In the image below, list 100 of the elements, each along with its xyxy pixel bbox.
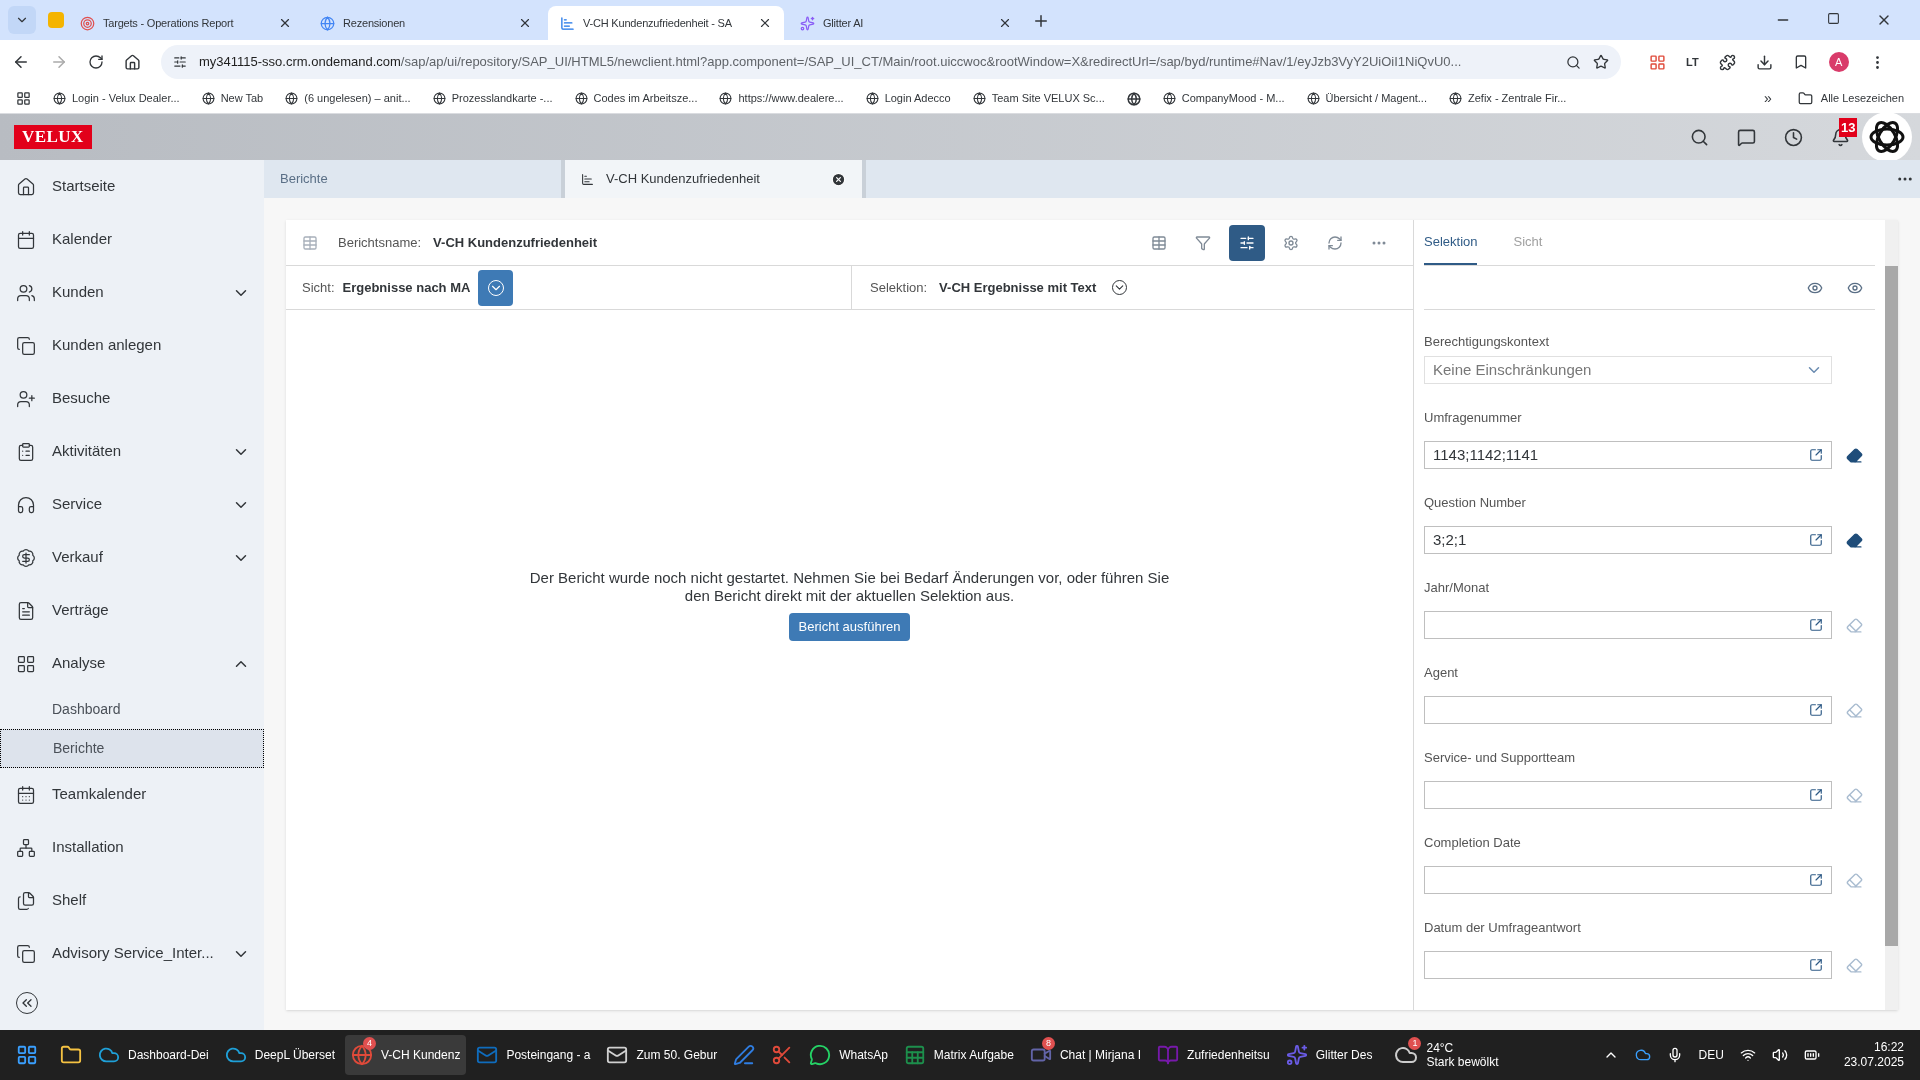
taskbar-app[interactable]: Dashboard-Dei — [92, 1035, 215, 1075]
bookmark-link[interactable]: Zefix - Zentrale Fir... — [1449, 90, 1567, 107]
count-badge: 4 — [363, 1037, 376, 1050]
download-icon[interactable] — [1755, 53, 1773, 71]
taskbar-app[interactable]: Glitter Des — [1279, 1035, 1379, 1075]
sidebar-item[interactable]: Startseite — [0, 160, 264, 213]
start-icon[interactable] — [16, 1044, 38, 1066]
sidebar-item[interactable]: Installation — [0, 821, 264, 874]
zoom-icon[interactable] — [1566, 54, 1581, 70]
input-field[interactable] — [1424, 951, 1832, 979]
eraser-icon[interactable] — [1846, 446, 1863, 464]
taskbar-app[interactable]: V-CH Kundenz 4 — [345, 1035, 467, 1075]
search-icon[interactable] — [1690, 127, 1709, 147]
input-field[interactable]: 1143;1142;1141 — [1424, 441, 1832, 469]
bookmark-star-icon[interactable] — [1593, 54, 1609, 70]
close-icon[interactable] — [278, 16, 292, 30]
sidebar-item[interactable]: Besuche — [0, 372, 264, 425]
translate-icon[interactable]: LT — [1686, 53, 1699, 71]
sidebar-item[interactable]: Shelf — [0, 874, 264, 927]
more-bookmarks-icon[interactable]: » — [1764, 88, 1772, 109]
address-field[interactable]: my341115-sso.crm.ondemand.com/sap/ap/ui/repository/SAP_UI/HTML5/newclient.html?app.component=/SAP_UI_CT/Main/root.uiccwoc&rootWindow=X&redirectUrl=/sap/byd/runtime#Nav/1/eyJzb3VyY2UiOiI1NiQvU0... — [161, 45, 1621, 79]
run-report-button[interactable]: Bericht ausführen — [788, 613, 911, 641]
close-icon[interactable] — [518, 16, 532, 30]
sidebar-item[interactable]: Kalender — [0, 213, 264, 266]
taskbar-app[interactable]: Chat | Mirjana I 8 — [1023, 1035, 1148, 1075]
clock-time[interactable]: 16:22 — [1873, 1040, 1904, 1055]
close-icon[interactable] — [758, 16, 772, 30]
cloud-icon[interactable] — [1634, 1047, 1651, 1063]
panel-tab[interactable]: Selektion — [1424, 221, 1478, 265]
ai-assistant-button[interactable] — [1862, 112, 1912, 162]
bookmark-link[interactable]: New Tab — [201, 90, 264, 107]
extensions-icon[interactable] — [1718, 53, 1736, 71]
copy-icon — [16, 335, 36, 356]
count-badge: 8 — [1041, 1037, 1055, 1050]
sidebar-item[interactable]: Analyse — [0, 637, 264, 690]
input-field[interactable]: 3;2;1 — [1424, 526, 1832, 554]
taskbar-app[interactable]: Zum 50. Gebur — [600, 1035, 724, 1075]
reload-icon[interactable] — [88, 54, 104, 70]
bookmark-link[interactable]: Übersicht / Magent... — [1306, 90, 1427, 107]
context-dropdown[interactable]: Keine Einschränkungen — [1424, 356, 1832, 384]
close-icon[interactable] — [998, 16, 1012, 30]
battery-icon[interactable] — [1803, 1047, 1820, 1063]
sidebar-item[interactable]: Verträge — [0, 584, 264, 637]
profile-avatar[interactable]: A — [1828, 52, 1849, 72]
clock-icon[interactable] — [1784, 127, 1803, 147]
taskbar-app[interactable]: DeepL Überset — [218, 1035, 341, 1075]
home-icon[interactable] — [124, 53, 141, 71]
clock-date[interactable]: 23.07.2025 — [1843, 1055, 1904, 1070]
sidebar-subitem[interactable]: Berichte — [0, 729, 264, 768]
bookmark-link[interactable]: Login Adecco — [865, 90, 951, 107]
browser-tab[interactable]: Targets - Operations Report — [68, 6, 304, 40]
browser-tab[interactable]: Glitter AI — [788, 6, 1024, 40]
bookmark-link[interactable]: Team Site VELUX Sc... — [972, 90, 1105, 107]
all-bookmarks-link[interactable]: Alle Lesezeichen — [1797, 90, 1904, 107]
value-help-icon[interactable] — [1809, 703, 1823, 717]
volume-icon[interactable] — [1771, 1047, 1788, 1063]
bookmark-link[interactable]: Codes im Arbeitsze... — [574, 90, 698, 107]
browser-tab[interactable]: Rezensionen — [308, 6, 544, 40]
eraser-icon[interactable] — [1846, 531, 1863, 549]
value-help-icon[interactable] — [1809, 788, 1823, 802]
taskbar-app[interactable]: Posteingang - a — [470, 1035, 597, 1075]
toolbar-button[interactable] — [1229, 224, 1265, 261]
value-help-icon[interactable] — [1809, 448, 1823, 462]
bookmark-link[interactable]: CompanyMood - M... — [1162, 90, 1285, 107]
taskbar-app[interactable]: Matrix Aufgabe — [897, 1035, 1020, 1075]
bookmark-link[interactable]: Prozesslandkarte -... — [432, 90, 553, 107]
value-help-icon[interactable] — [1809, 958, 1823, 972]
new-tab-icon[interactable] — [1032, 12, 1050, 30]
network-icon[interactable] — [1739, 1047, 1756, 1063]
input-field[interactable] — [1424, 611, 1832, 639]
bookmark-link[interactable]: https://www.dealere... — [719, 90, 844, 107]
view-dropdown-button[interactable] — [478, 269, 514, 306]
value-help-icon[interactable] — [1809, 873, 1823, 887]
sidebar-item[interactable]: Kunden — [0, 266, 264, 319]
sidebar-item[interactable]: Advisory Service_Inter... — [0, 927, 264, 980]
value-help-icon[interactable] — [1809, 618, 1823, 632]
browser-tab[interactable]: V-CH Kundenzufriedenheit - SA — [548, 6, 784, 40]
bookmark-link[interactable]: (6 ungelesen) – anit... — [285, 90, 411, 107]
taskbar-app[interactable]: Zufriedenheitsu — [1151, 1035, 1276, 1075]
sidebar-item[interactable]: Service — [0, 478, 264, 531]
scrollbar-thumb[interactable] — [1885, 266, 1898, 946]
report-tab[interactable]: V-CH Kundenzufriedenheit — [565, 160, 866, 198]
close-tab-icon[interactable] — [831, 171, 846, 187]
bookmark-link[interactable] — [1126, 91, 1141, 106]
sidebar-item[interactable]: Aktivitäten — [0, 425, 264, 478]
back-icon[interactable] — [12, 53, 30, 71]
taskbar-app[interactable]: WhatsAp — [803, 1035, 894, 1075]
input-field[interactable] — [1424, 866, 1832, 894]
input-field[interactable] — [1424, 696, 1832, 724]
language-indicator[interactable]: DEU — [1698, 1046, 1724, 1064]
maximize-icon[interactable] — [1827, 12, 1840, 25]
bookmark-link[interactable]: Login - Velux Dealer... — [53, 90, 180, 107]
sidebar-item[interactable]: Kunden anlegen — [0, 319, 264, 372]
sidebar-subitem[interactable]: Dashboard — [0, 690, 264, 729]
sidebar-item[interactable]: Teamkalender — [0, 768, 264, 821]
sidebar-item[interactable]: Verkauf — [0, 531, 264, 584]
input-field[interactable] — [1424, 781, 1832, 809]
apps-icon[interactable] — [16, 91, 31, 106]
chat-icon[interactable] — [1737, 127, 1756, 147]
value-help-icon[interactable] — [1809, 533, 1823, 547]
